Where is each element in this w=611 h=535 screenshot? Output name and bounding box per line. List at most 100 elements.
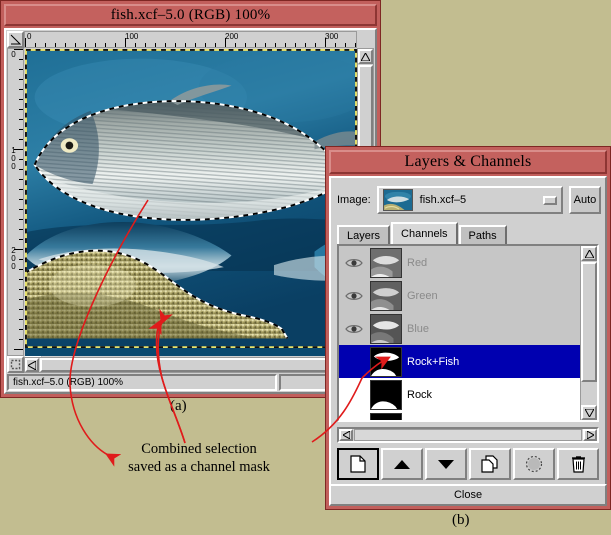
ruler-v-tick: [19, 279, 23, 280]
triangle-down-icon: [585, 409, 594, 417]
ruler-v-tick: [14, 249, 23, 250]
ruler-h-tick: [295, 43, 296, 47]
triangle-up-icon: [361, 53, 370, 61]
ruler-origin-button[interactable]: [7, 31, 24, 48]
channel-to-selection-button[interactable]: [513, 448, 555, 480]
channel-label: Rock+Fish: [407, 356, 459, 368]
tab-layers[interactable]: Layers: [337, 225, 390, 244]
ruler-v-tick: [19, 319, 23, 320]
channel-thumbnail: [371, 414, 401, 421]
channel-row[interactable]: Rock: [339, 378, 580, 411]
delete-channel-icon: [571, 455, 586, 473]
tab-paths[interactable]: Paths: [459, 225, 507, 244]
channel-list-scrollbar[interactable]: [580, 246, 597, 420]
ruler-v-tick: [14, 149, 23, 150]
channel-visibility-toggle[interactable]: [343, 286, 365, 306]
new-channel-button[interactable]: [337, 448, 379, 480]
scroll-up-button[interactable]: [358, 49, 373, 64]
eye-icon: [345, 323, 363, 335]
hscroll-trough[interactable]: [354, 429, 582, 441]
channel-label: Green: [407, 290, 438, 302]
close-button-wrap: Close: [329, 484, 607, 506]
ruler-v-tick: [19, 329, 23, 330]
hscroll-right-button[interactable]: [583, 429, 597, 441]
ruler-v-label-200: 200: [9, 247, 18, 271]
image-canvas[interactable]: [25, 49, 357, 356]
channel-thumbnail-wrap: [370, 248, 402, 278]
ruler-v-tick: [19, 259, 23, 260]
ruler-h-tick: [235, 43, 236, 47]
dialog-tabs: Layers Channels Paths: [337, 222, 601, 244]
channel-label: Red: [407, 257, 427, 269]
channel-row[interactable]: Rock+Fish: [339, 345, 580, 378]
ruler-h-tick: [145, 43, 146, 47]
tab-channels-label: Channels: [401, 228, 447, 240]
channel-row[interactable]: Blue: [339, 312, 580, 345]
quickmask-off-button[interactable]: [7, 356, 24, 373]
ruler-v-tick: [19, 79, 23, 80]
image-window-titlebar[interactable]: fish.xcf–5.0 (RGB) 100%: [4, 4, 377, 26]
dialog-title: Layers & Channels: [405, 153, 532, 171]
channel-row[interactable]: Green: [339, 279, 580, 312]
eye-icon: [345, 290, 363, 302]
ruler-v-tick: [19, 299, 23, 300]
channel-row[interactable]: Red: [339, 246, 580, 279]
ruler-h-tick: [75, 43, 76, 47]
ruler-v-tick: [19, 69, 23, 70]
ruler-h-tick: [115, 43, 116, 47]
raise-channel-icon: [393, 459, 411, 470]
scroll-thumb-horizontal[interactable]: [40, 358, 341, 372]
ruler-v-tick: [19, 239, 23, 240]
channel-scroll-up-button[interactable]: [581, 246, 597, 261]
image-option-menu[interactable]: fish.xcf–5: [377, 186, 563, 214]
image-window-title: fish.xcf–5.0 (RGB) 100%: [111, 7, 271, 24]
lower-channel-button[interactable]: [425, 448, 467, 480]
fish-photograph: [25, 49, 357, 348]
image-horizontal-scrollbar[interactable]: [24, 357, 357, 373]
delete-channel-button[interactable]: [557, 448, 599, 480]
tab-paths-label: Paths: [469, 230, 497, 242]
image-window: fish.xcf–5.0 (RGB) 100% 0 100 200 300 0 …: [0, 0, 381, 398]
channel-scroll-thumb[interactable]: [581, 262, 597, 382]
ruler-h-label-0: 0: [27, 32, 31, 41]
channel-visibility-toggle[interactable]: [343, 319, 365, 339]
channel-row[interactable]: Fish: [339, 411, 580, 420]
lower-channel-icon: [437, 459, 455, 470]
image-status-bar: fish.xcf–5.0 (RGB) 100%: [7, 374, 374, 391]
ruler-v-tick: [19, 189, 23, 190]
ruler-h-tick: [85, 43, 86, 47]
ruler-h-tick: [265, 43, 266, 47]
scroll-left-button[interactable]: [25, 358, 39, 372]
ruler-h-tick: [335, 43, 336, 47]
caption-a: (a): [170, 398, 187, 415]
close-button[interactable]: Close: [329, 484, 607, 506]
channel-visibility-toggle[interactable]: [343, 253, 365, 273]
annotation-text: Combined selection saved as a channel ma…: [84, 440, 314, 476]
ruler-h-tick: [135, 43, 136, 47]
ruler-v-tick: [19, 229, 23, 230]
ruler-h-tick: [215, 43, 216, 47]
ruler-h-label-100: 100: [125, 32, 138, 41]
raise-channel-button[interactable]: [381, 448, 423, 480]
channel-visibility-toggle[interactable]: [343, 352, 365, 372]
ruler-v-tick: [19, 309, 23, 310]
tab-channels[interactable]: Channels: [391, 222, 457, 244]
ruler-h-tick: [205, 43, 206, 47]
ruler-v-tick: [19, 219, 23, 220]
annotation-line-1: Combined selection: [84, 440, 314, 458]
duplicate-channel-button[interactable]: [469, 448, 511, 480]
ruler-h-tick: [315, 43, 316, 47]
triangle-left-icon: [343, 431, 350, 439]
dialog-titlebar[interactable]: Layers & Channels: [329, 150, 607, 174]
auto-button[interactable]: Auto: [569, 186, 601, 214]
channel-list[interactable]: Red Green Blue Rock+Fish RockFish: [339, 246, 580, 420]
channel-visibility-toggle[interactable]: [343, 418, 365, 421]
hscroll-left-button[interactable]: [339, 429, 353, 441]
channel-visibility-toggle[interactable]: [343, 385, 365, 405]
channel-scroll-down-button[interactable]: [581, 405, 597, 420]
ruler-h-tick: [195, 43, 196, 47]
channel-list-hscrollbar[interactable]: [337, 427, 599, 443]
ruler-v-tick: [19, 339, 23, 340]
channel-thumbnail: [371, 249, 401, 277]
eye-icon: [345, 257, 363, 269]
